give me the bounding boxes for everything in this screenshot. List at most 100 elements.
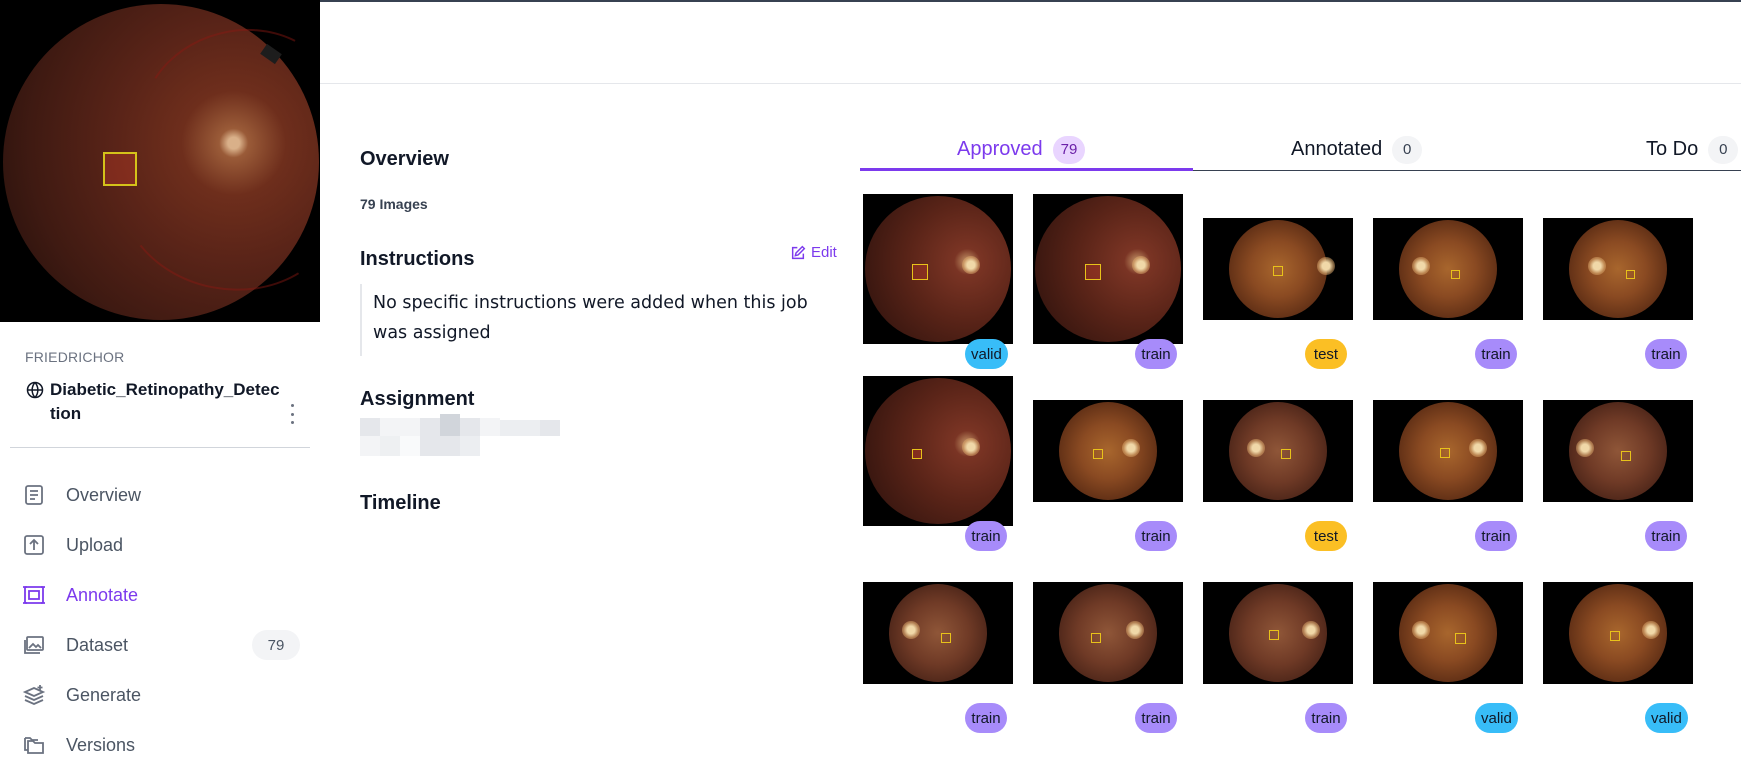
optic-disc bbox=[902, 620, 920, 639]
split-badge-train: train bbox=[1135, 339, 1177, 369]
image-thumbnail[interactable] bbox=[1543, 582, 1693, 684]
sidebar-divider bbox=[10, 447, 310, 448]
split-badge-train: train bbox=[1135, 521, 1177, 551]
bounding-box bbox=[1091, 633, 1101, 644]
fundus-image bbox=[1035, 196, 1181, 342]
sidebar-item-label: Dataset bbox=[66, 634, 129, 655]
bounding-box bbox=[1268, 630, 1279, 641]
layers-plus-icon bbox=[22, 685, 46, 705]
document-icon bbox=[25, 485, 43, 505]
bounding-box bbox=[1280, 449, 1291, 460]
sidebar-item-label: Upload bbox=[66, 534, 124, 555]
upload-icon bbox=[24, 535, 44, 555]
bounding-box bbox=[1610, 631, 1620, 642]
split-badge-train: train bbox=[965, 521, 1007, 551]
fundus-image bbox=[1569, 220, 1667, 318]
globe-icon bbox=[26, 381, 44, 399]
active-tab-indicator bbox=[860, 168, 1193, 171]
fundus-image bbox=[1229, 402, 1327, 500]
bounding-box bbox=[1454, 632, 1466, 644]
timeline-heading: Timeline bbox=[360, 492, 441, 514]
image-thumbnail[interactable] bbox=[1203, 400, 1353, 502]
split-badge-valid: valid bbox=[1645, 703, 1688, 733]
bounding-box bbox=[940, 633, 951, 644]
bounding-box bbox=[1440, 448, 1450, 459]
edit-instructions-button[interactable]: Edit bbox=[790, 244, 837, 261]
optic-disc bbox=[1132, 255, 1150, 274]
more-options-icon[interactable] bbox=[288, 404, 296, 424]
tab-count-badge: 79 bbox=[1052, 135, 1086, 164]
overview-heading: Overview bbox=[360, 148, 449, 170]
tab-label: Annotated bbox=[1291, 138, 1383, 160]
tab-approved[interactable]: Approved 79 bbox=[957, 128, 1086, 171]
image-thumbnail[interactable] bbox=[1373, 400, 1523, 502]
optic-disc bbox=[1302, 620, 1320, 639]
tab-annotated[interactable]: Annotated 0 bbox=[1291, 128, 1423, 171]
tab-todo[interactable]: To Do 0 bbox=[1646, 128, 1739, 171]
split-badge-valid: valid bbox=[965, 339, 1008, 369]
image-thumbnail[interactable] bbox=[1203, 582, 1353, 684]
sidebar-item-overview[interactable]: Overview bbox=[0, 470, 320, 520]
image-thumbnail[interactable] bbox=[863, 582, 1013, 684]
fundus-image bbox=[865, 196, 1011, 342]
edit-icon bbox=[791, 245, 806, 259]
sidebar-item-upload[interactable]: Upload bbox=[0, 520, 320, 570]
tab-count-badge: 0 bbox=[1392, 135, 1423, 164]
hero-image-preview bbox=[0, 0, 320, 322]
bounding-box bbox=[1273, 266, 1283, 277]
fundus-image bbox=[1059, 402, 1157, 500]
image-thumbnail[interactable] bbox=[1203, 218, 1353, 320]
bounding-box bbox=[912, 449, 922, 459]
optic-disc bbox=[1469, 438, 1487, 457]
images-icon bbox=[24, 636, 44, 654]
annotate-icon bbox=[23, 586, 45, 604]
sidebar-item-versions[interactable]: Versions bbox=[0, 720, 320, 770]
project-title[interactable]: Diabetic_Retinopathy_Detection bbox=[26, 378, 281, 426]
tab-label: To Do bbox=[1646, 138, 1699, 160]
image-thumbnail[interactable] bbox=[1033, 400, 1183, 502]
sidebar-item-generate[interactable]: Generate bbox=[0, 670, 320, 720]
folders-icon bbox=[24, 737, 44, 754]
image-thumbnail[interactable] bbox=[1373, 582, 1523, 684]
split-badge-train: train bbox=[1475, 521, 1517, 551]
image-thumbnail[interactable] bbox=[1543, 400, 1693, 502]
instructions-text: No specific instructions were added when… bbox=[360, 284, 830, 356]
optic-disc bbox=[1246, 438, 1265, 457]
tab-label: Approved bbox=[957, 138, 1043, 160]
split-badge-train: train bbox=[965, 703, 1007, 733]
bounding-box bbox=[1085, 264, 1101, 280]
sidebar-item-annotate[interactable]: Annotate bbox=[0, 570, 320, 620]
instructions-heading: Instructions bbox=[360, 248, 475, 270]
bounding-box bbox=[912, 264, 928, 280]
sidebar-item-dataset[interactable]: Dataset 79 bbox=[0, 620, 320, 670]
split-badge-train: train bbox=[1305, 703, 1347, 733]
image-thumbnail[interactable] bbox=[1373, 218, 1523, 320]
image-thumbnail[interactable] bbox=[1033, 582, 1183, 684]
optic-disc bbox=[1412, 256, 1430, 275]
optic-disc bbox=[1576, 438, 1594, 457]
assignment-heading: Assignment bbox=[360, 388, 475, 410]
image-thumbnail[interactable] bbox=[863, 194, 1013, 344]
dataset-count-badge: 79 bbox=[252, 630, 300, 660]
edit-label: Edit bbox=[811, 244, 837, 261]
image-count: 79 Images bbox=[360, 196, 428, 212]
image-thumbnail[interactable] bbox=[863, 376, 1013, 526]
hero-bounding-box[interactable] bbox=[103, 152, 137, 186]
image-thumbnail[interactable] bbox=[1033, 194, 1183, 344]
sidebar-nav: Overview Upload Annotate Dataset 79 Gene… bbox=[0, 470, 320, 770]
optic-disc bbox=[1317, 256, 1335, 275]
optic-disc bbox=[962, 255, 980, 274]
project-name: Diabetic_Retinopathy_Detection bbox=[50, 380, 280, 423]
fundus-image bbox=[865, 378, 1011, 524]
sidebar-item-label: Generate bbox=[66, 684, 142, 705]
bounding-box bbox=[1092, 449, 1103, 460]
optic-disc bbox=[1588, 256, 1606, 275]
workspace-owner: FRIEDRICHOR bbox=[25, 349, 125, 365]
image-thumbnail[interactable] bbox=[1543, 218, 1693, 320]
optic-disc bbox=[962, 437, 980, 456]
split-badge-test: test bbox=[1305, 521, 1347, 551]
optic-disc bbox=[1642, 620, 1660, 639]
split-badge-valid: valid bbox=[1475, 703, 1518, 733]
assignment-redacted bbox=[360, 412, 560, 460]
split-badge-train: train bbox=[1645, 339, 1687, 369]
